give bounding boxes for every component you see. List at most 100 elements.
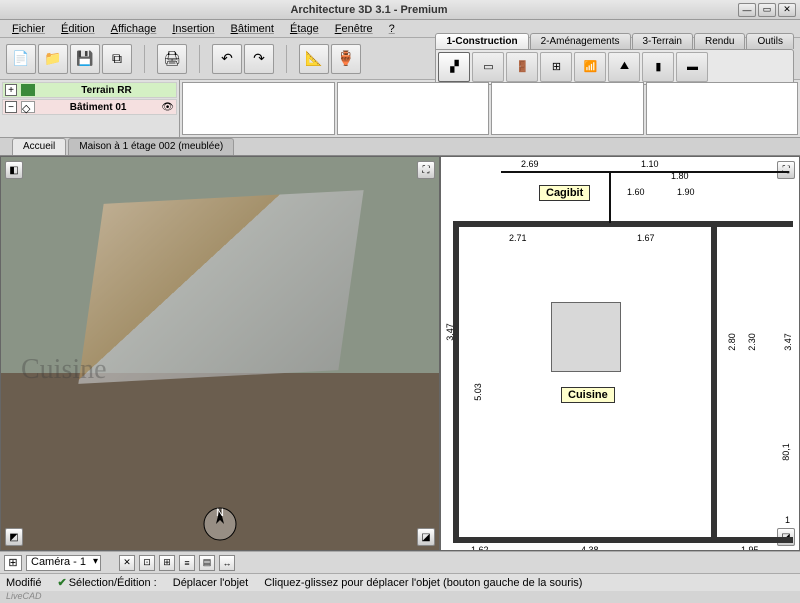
room-tool-icon[interactable]: ▭ <box>472 52 504 82</box>
tool-grid[interactable]: ⊡ <box>139 555 155 571</box>
dim: 2.80 <box>727 333 737 351</box>
menu-fichier[interactable]: Fichier <box>6 21 51 37</box>
dim: 4.38 <box>581 545 599 551</box>
tool-ortho[interactable]: ⊞ <box>159 555 175 571</box>
redo-button[interactable]: ↷ <box>244 44 274 74</box>
menu-help[interactable]: ? <box>383 21 401 37</box>
open-button[interactable]: 📁 <box>38 44 68 74</box>
dim: 5.03 <box>473 383 483 401</box>
preview-4[interactable] <box>646 82 799 135</box>
status-mode: ✔Sélection/Édition : <box>57 576 156 589</box>
menu-edition[interactable]: Édition <box>55 21 101 37</box>
dim: 1.80 <box>671 171 689 181</box>
wall <box>453 537 793 543</box>
layer-terrain-label: Terrain RR <box>39 85 174 96</box>
dim: 1 <box>785 515 790 525</box>
tab-rendu[interactable]: Rendu <box>694 33 745 49</box>
wall <box>453 221 459 541</box>
wall-tool-icon[interactable]: ▞ <box>438 52 470 82</box>
dim: 1.62 <box>471 545 489 551</box>
dim: 1.60 <box>627 187 645 197</box>
maximize-button[interactable]: ▭ <box>758 3 776 17</box>
view-tr-button[interactable]: ⛶ <box>417 161 435 179</box>
tab-terrain[interactable]: 3-Terrain <box>632 33 693 49</box>
dim: 1.90 <box>677 187 695 197</box>
column-tool-icon[interactable]: ▮ <box>642 52 674 82</box>
save-button[interactable]: 💾 <box>70 44 100 74</box>
3d-viewport[interactable]: ◧ ⛶ ◩ ◪ Cuisine N <box>0 156 440 551</box>
dim: 1.67 <box>637 233 655 243</box>
dim: 2.30 <box>747 333 757 351</box>
view-bl-button[interactable]: ◩ <box>5 528 23 546</box>
dim: 3.47 <box>783 333 793 351</box>
minimize-button[interactable]: — <box>738 3 756 17</box>
status-hint: Cliquez-glissez pour déplacer l'objet (b… <box>264 577 582 589</box>
viewport-layout-button[interactable]: ⊞ <box>4 555 22 571</box>
tab-outils[interactable]: Outils <box>746 33 794 49</box>
wall <box>453 221 793 227</box>
plan-maximize-button[interactable]: ⛶ <box>777 161 795 179</box>
window-controls: — ▭ ✕ <box>738 3 800 17</box>
layer-building-label: Bâtiment 01 <box>39 102 157 113</box>
toolbar: 📄 📁 💾 ⧉ 🖨 ↶ ↷ 📐 🏺 1-Construction 2-Aména… <box>0 38 800 80</box>
camera-select[interactable]: Caméra - 1 <box>26 555 101 571</box>
tool-align[interactable]: ≡ <box>179 555 195 571</box>
print-button[interactable]: 🖨 <box>157 44 187 74</box>
window-tool-icon[interactable]: ⊞ <box>540 52 572 82</box>
room-label-cagibit: Cagibit <box>539 185 590 201</box>
compass-icon[interactable]: N <box>202 506 238 542</box>
collapse-icon[interactable]: − <box>5 101 17 113</box>
tool-snap[interactable]: ✕ <box>119 555 135 571</box>
door-tool-icon[interactable]: 🚪 <box>506 52 538 82</box>
dim: 80,1 <box>781 443 791 461</box>
tab-maison[interactable]: Maison à 1 étage 002 (meublée) <box>68 138 234 155</box>
undo-button[interactable]: ↶ <box>212 44 242 74</box>
measure-button[interactable]: 📐 <box>299 44 329 74</box>
tab-amenagements[interactable]: 2-Aménagements <box>530 33 631 49</box>
expand-icon[interactable]: + <box>5 84 17 96</box>
document-tabs: Accueil Maison à 1 étage 002 (meublée) <box>0 138 800 156</box>
tool-layers[interactable]: ▤ <box>199 555 215 571</box>
camera-label: Caméra - 1 <box>31 556 86 568</box>
bottom-toolbar: ⊞ Caméra - 1 ✕ ⊡ ⊞ ≡ ▤ ↔ <box>0 551 800 573</box>
dim: 2.69 <box>521 159 539 169</box>
dim: 2.71 <box>509 233 527 243</box>
visibility-icon[interactable]: 👁 <box>161 102 174 113</box>
new-button[interactable]: 📄 <box>6 44 36 74</box>
view-br-button[interactable]: ◪ <box>417 528 435 546</box>
wall <box>609 171 611 223</box>
window-title: Architecture 3D 3.1 - Premium <box>0 4 738 16</box>
terrain-swatch <box>21 84 35 96</box>
status-bar: Modifié ✔Sélection/Édition : Déplacer l'… <box>0 573 800 591</box>
roof-tool-icon[interactable]: ⛰ <box>608 52 640 82</box>
menu-insertion[interactable]: Insertion <box>166 21 220 37</box>
preview-2[interactable] <box>337 82 490 135</box>
wall <box>609 171 789 173</box>
tab-accueil[interactable]: Accueil <box>12 138 66 155</box>
status-modified: Modifié <box>6 577 41 589</box>
layer-panel: + Terrain RR − ◇ Bâtiment 01 👁 <box>0 80 800 138</box>
branding: LiveCAD <box>0 591 800 603</box>
room-label-cuisine: Cuisine <box>561 387 615 403</box>
layer-terrain[interactable]: + Terrain RR <box>2 82 177 98</box>
view-tl-button[interactable]: ◧ <box>5 161 23 179</box>
wall <box>711 221 717 541</box>
menu-fenetre[interactable]: Fenêtre <box>329 21 379 37</box>
stairs-tool-icon[interactable]: 📶 <box>574 52 606 82</box>
beam-tool-icon[interactable]: ▬ <box>676 52 708 82</box>
object-button[interactable]: 🏺 <box>331 44 361 74</box>
dim: 1.95 <box>741 545 759 551</box>
tab-construction[interactable]: 1-Construction <box>435 33 528 49</box>
preview-1[interactable] <box>182 82 335 135</box>
close-button[interactable]: ✕ <box>778 3 796 17</box>
layer-tree: + Terrain RR − ◇ Bâtiment 01 👁 <box>0 80 180 137</box>
2d-viewport[interactable]: ⛶ ◪ Cagibit Cuisine 2.69 1.10 1.80 1.60 … <box>440 156 800 551</box>
preview-3[interactable] <box>491 82 644 135</box>
svg-text:N: N <box>216 507 224 519</box>
copy-button[interactable]: ⧉ <box>102 44 132 74</box>
menu-affichage[interactable]: Affichage <box>105 21 163 37</box>
menu-etage[interactable]: Étage <box>284 21 325 37</box>
tool-dim[interactable]: ↔ <box>219 555 235 571</box>
menu-batiment[interactable]: Bâtiment <box>225 21 280 37</box>
layer-building[interactable]: − ◇ Bâtiment 01 👁 <box>2 99 177 115</box>
